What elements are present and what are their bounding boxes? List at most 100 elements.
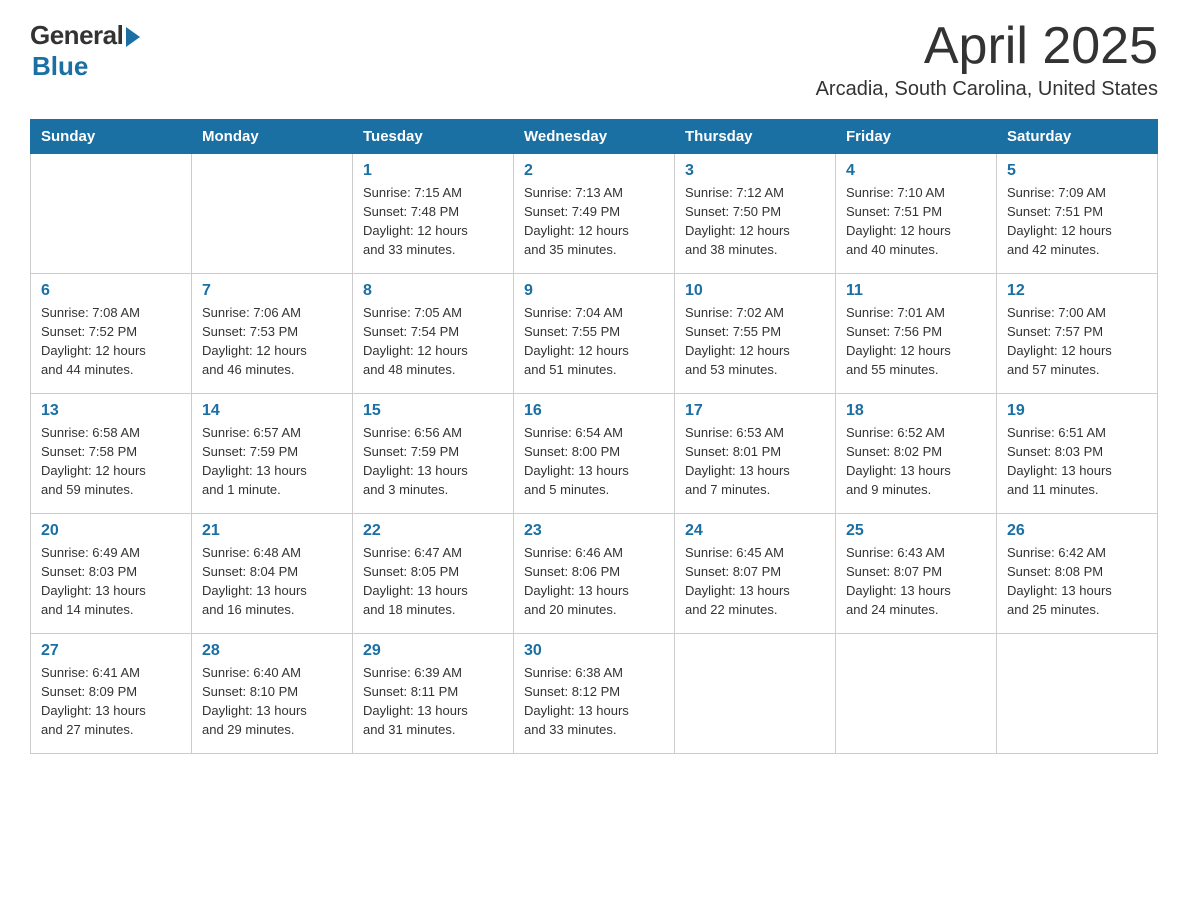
day-number: 27: [41, 642, 181, 660]
day-info: Sunrise: 7:06 AM Sunset: 7:53 PM Dayligh…: [202, 304, 342, 379]
month-title: April 2025: [816, 20, 1158, 72]
day-number: 18: [846, 402, 986, 420]
calendar-cell: 29 Sunrise: 6:39 AM Sunset: 8:11 PM Dayli…: [353, 634, 514, 754]
day-info: Sunrise: 7:02 AM Sunset: 7:55 PM Dayligh…: [685, 304, 825, 379]
day-info: Sunrise: 6:45 AM Sunset: 8:07 PM Dayligh…: [685, 544, 825, 619]
day-info: Sunrise: 7:13 AM Sunset: 7:49 PM Dayligh…: [524, 184, 664, 259]
day-info: Sunrise: 6:56 AM Sunset: 7:59 PM Dayligh…: [363, 424, 503, 499]
calendar-cell: 25 Sunrise: 6:43 AM Sunset: 8:07 PM Dayli…: [836, 514, 997, 634]
day-info: Sunrise: 6:40 AM Sunset: 8:10 PM Dayligh…: [202, 664, 342, 739]
day-number: 20: [41, 522, 181, 540]
day-number: 9: [524, 282, 664, 300]
day-number: 21: [202, 522, 342, 540]
day-info: Sunrise: 6:54 AM Sunset: 8:00 PM Dayligh…: [524, 424, 664, 499]
day-number: 3: [685, 162, 825, 180]
day-info: Sunrise: 6:58 AM Sunset: 7:58 PM Dayligh…: [41, 424, 181, 499]
title-area: April 2025 Arcadia, South Carolina, Unit…: [816, 20, 1158, 101]
calendar-cell: [31, 154, 192, 274]
day-info: Sunrise: 7:00 AM Sunset: 7:57 PM Dayligh…: [1007, 304, 1147, 379]
day-info: Sunrise: 6:57 AM Sunset: 7:59 PM Dayligh…: [202, 424, 342, 499]
header-thursday: Thursday: [675, 120, 836, 154]
day-info: Sunrise: 6:39 AM Sunset: 8:11 PM Dayligh…: [363, 664, 503, 739]
day-info: Sunrise: 6:47 AM Sunset: 8:05 PM Dayligh…: [363, 544, 503, 619]
calendar-cell: 22 Sunrise: 6:47 AM Sunset: 8:05 PM Dayli…: [353, 514, 514, 634]
calendar-cell: 23 Sunrise: 6:46 AM Sunset: 8:06 PM Dayli…: [514, 514, 675, 634]
day-number: 28: [202, 642, 342, 660]
day-number: 17: [685, 402, 825, 420]
day-number: 25: [846, 522, 986, 540]
day-number: 30: [524, 642, 664, 660]
calendar-cell: 20 Sunrise: 6:49 AM Sunset: 8:03 PM Dayli…: [31, 514, 192, 634]
day-info: Sunrise: 7:01 AM Sunset: 7:56 PM Dayligh…: [846, 304, 986, 379]
day-info: Sunrise: 7:15 AM Sunset: 7:48 PM Dayligh…: [363, 184, 503, 259]
day-number: 11: [846, 282, 986, 300]
day-number: 7: [202, 282, 342, 300]
header-tuesday: Tuesday: [353, 120, 514, 154]
calendar-week-4: 20 Sunrise: 6:49 AM Sunset: 8:03 PM Dayli…: [31, 514, 1158, 634]
day-info: Sunrise: 7:10 AM Sunset: 7:51 PM Dayligh…: [846, 184, 986, 259]
day-number: 5: [1007, 162, 1147, 180]
calendar-cell: 24 Sunrise: 6:45 AM Sunset: 8:07 PM Dayli…: [675, 514, 836, 634]
day-number: 4: [846, 162, 986, 180]
calendar-cell: 6Sunrise: 7:08 AM Sunset: 7:52 PM Daylig…: [31, 274, 192, 394]
day-number: 19: [1007, 402, 1147, 420]
day-info: Sunrise: 6:46 AM Sunset: 8:06 PM Dayligh…: [524, 544, 664, 619]
logo-triangle-icon: [126, 27, 140, 47]
header-friday: Friday: [836, 120, 997, 154]
calendar-table: SundayMondayTuesdayWednesdayThursdayFrid…: [30, 119, 1158, 754]
day-info: Sunrise: 6:43 AM Sunset: 8:07 PM Dayligh…: [846, 544, 986, 619]
day-number: 1: [363, 162, 503, 180]
header-sunday: Sunday: [31, 120, 192, 154]
day-number: 23: [524, 522, 664, 540]
day-number: 16: [524, 402, 664, 420]
header-row: SundayMondayTuesdayWednesdayThursdayFrid…: [31, 120, 1158, 154]
day-info: Sunrise: 6:49 AM Sunset: 8:03 PM Dayligh…: [41, 544, 181, 619]
header-saturday: Saturday: [997, 120, 1158, 154]
calendar-cell: 10Sunrise: 7:02 AM Sunset: 7:55 PM Dayli…: [675, 274, 836, 394]
day-number: 13: [41, 402, 181, 420]
calendar-cell: 28 Sunrise: 6:40 AM Sunset: 8:10 PM Dayli…: [192, 634, 353, 754]
calendar-week-5: 27 Sunrise: 6:41 AM Sunset: 8:09 PM Dayli…: [31, 634, 1158, 754]
calendar-cell: 30 Sunrise: 6:38 AM Sunset: 8:12 PM Dayli…: [514, 634, 675, 754]
calendar-cell: 13 Sunrise: 6:58 AM Sunset: 7:58 PM Dayli…: [31, 394, 192, 514]
calendar-cell: [997, 634, 1158, 754]
day-info: Sunrise: 6:51 AM Sunset: 8:03 PM Dayligh…: [1007, 424, 1147, 499]
day-info: Sunrise: 6:41 AM Sunset: 8:09 PM Dayligh…: [41, 664, 181, 739]
page-header: General Blue April 2025 Arcadia, South C…: [30, 20, 1158, 101]
day-number: 14: [202, 402, 342, 420]
logo-general-text: General: [30, 20, 123, 51]
day-number: 15: [363, 402, 503, 420]
day-info: Sunrise: 6:38 AM Sunset: 8:12 PM Dayligh…: [524, 664, 664, 739]
day-number: 8: [363, 282, 503, 300]
calendar-cell: 1 Sunrise: 7:15 AM Sunset: 7:48 PM Daylig…: [353, 154, 514, 274]
day-info: Sunrise: 6:52 AM Sunset: 8:02 PM Dayligh…: [846, 424, 986, 499]
logo-blue-text: Blue: [32, 51, 88, 82]
calendar-week-1: 1 Sunrise: 7:15 AM Sunset: 7:48 PM Daylig…: [31, 154, 1158, 274]
day-number: 6: [41, 282, 181, 300]
day-number: 22: [363, 522, 503, 540]
day-info: Sunrise: 6:48 AM Sunset: 8:04 PM Dayligh…: [202, 544, 342, 619]
calendar-cell: 7 Sunrise: 7:06 AM Sunset: 7:53 PM Daylig…: [192, 274, 353, 394]
calendar-week-2: 6Sunrise: 7:08 AM Sunset: 7:52 PM Daylig…: [31, 274, 1158, 394]
calendar-cell: [192, 154, 353, 274]
calendar-cell: 4 Sunrise: 7:10 AM Sunset: 7:51 PM Daylig…: [836, 154, 997, 274]
day-number: 2: [524, 162, 664, 180]
calendar-cell: 19 Sunrise: 6:51 AM Sunset: 8:03 PM Dayli…: [997, 394, 1158, 514]
calendar-cell: 5Sunrise: 7:09 AM Sunset: 7:51 PM Daylig…: [997, 154, 1158, 274]
calendar-cell: 27 Sunrise: 6:41 AM Sunset: 8:09 PM Dayli…: [31, 634, 192, 754]
day-info: Sunrise: 6:53 AM Sunset: 8:01 PM Dayligh…: [685, 424, 825, 499]
day-info: Sunrise: 6:42 AM Sunset: 8:08 PM Dayligh…: [1007, 544, 1147, 619]
calendar-cell: 18 Sunrise: 6:52 AM Sunset: 8:02 PM Dayli…: [836, 394, 997, 514]
calendar-cell: 8Sunrise: 7:05 AM Sunset: 7:54 PM Daylig…: [353, 274, 514, 394]
day-number: 24: [685, 522, 825, 540]
calendar-cell: 14 Sunrise: 6:57 AM Sunset: 7:59 PM Dayli…: [192, 394, 353, 514]
calendar-cell: 2 Sunrise: 7:13 AM Sunset: 7:49 PM Daylig…: [514, 154, 675, 274]
calendar-cell: 26Sunrise: 6:42 AM Sunset: 8:08 PM Dayli…: [997, 514, 1158, 634]
calendar-cell: 17 Sunrise: 6:53 AM Sunset: 8:01 PM Dayli…: [675, 394, 836, 514]
day-number: 12: [1007, 282, 1147, 300]
day-number: 29: [363, 642, 503, 660]
calendar-cell: 3Sunrise: 7:12 AM Sunset: 7:50 PM Daylig…: [675, 154, 836, 274]
header-monday: Monday: [192, 120, 353, 154]
calendar-cell: 9Sunrise: 7:04 AM Sunset: 7:55 PM Daylig…: [514, 274, 675, 394]
calendar-cell: 16 Sunrise: 6:54 AM Sunset: 8:00 PM Dayli…: [514, 394, 675, 514]
